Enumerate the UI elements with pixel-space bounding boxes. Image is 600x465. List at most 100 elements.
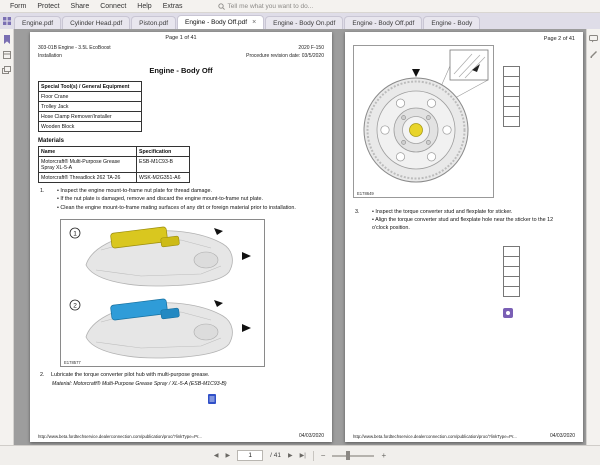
footer-url: http://www.beta.fordtechservice.dealerco… <box>353 434 517 439</box>
search-hint-text: Tell me what you want to do... <box>227 2 314 10</box>
tool-item: Floor Crane <box>38 91 142 102</box>
detail-callout-box <box>449 49 489 81</box>
callout-number-2: 2 <box>73 302 77 309</box>
statusbar-divider <box>312 450 314 461</box>
menu-item-extras[interactable]: Extras <box>163 3 183 10</box>
doc-tab-engine-body-off-2[interactable]: Engine - Body Off.pdf <box>344 16 423 29</box>
doc-revision: Procedure revision date: 03/5/2020 <box>246 52 324 59</box>
step-1: 1. Inspect the engine mount-to-frame nut… <box>38 188 324 213</box>
grid-icon <box>3 17 11 25</box>
menu-item-protect[interactable]: Protect <box>37 3 59 10</box>
menu-item-form[interactable]: Form <box>10 3 26 10</box>
procedure-title: Engine - Body Off <box>149 66 213 75</box>
doc-section-code: 303-01B Engine - 3.5L EcoBoost <box>38 45 111 51</box>
material-name: Motorcraft® Threadlock 262 TA-26 <box>38 172 137 183</box>
gsi-document-icon[interactable] <box>208 391 324 409</box>
pdf-page-2: Page 2 of 41 E178649 3. • Inspect the to… <box>345 32 583 442</box>
page-footer: http://www.beta.fordtechservice.dealerco… <box>38 433 324 439</box>
doc-tab-engine-body-on[interactable]: Engine - Body On.pdf <box>265 16 344 29</box>
step-bullet: Clean the engine mount-to-frame mating s… <box>57 205 296 212</box>
zoom-slider-thumb[interactable] <box>346 451 351 460</box>
materials-col-spec: Specification <box>136 146 190 157</box>
engine-diagram-bottom: 2 <box>69 298 251 359</box>
figure-id-label: E178577 <box>64 359 81 365</box>
zoom-slider[interactable] <box>332 451 375 460</box>
tool-item: Wooden Block <box>38 121 142 132</box>
tab-label: Engine - Body Off.pdf <box>185 19 248 26</box>
comment-panel-icon[interactable] <box>589 35 598 43</box>
engine-illustration: 1 2 <box>69 226 251 359</box>
tab-label: Cylinder Head.pdf <box>70 19 123 27</box>
step-bullet: If the nut plate is damaged, remove and … <box>57 196 296 203</box>
materials-col-name: Name <box>38 146 137 157</box>
zoom-slider-track[interactable] <box>332 454 375 457</box>
step-3: 3. Inspect the torque converter stud and… <box>353 209 558 233</box>
step-number: 3. <box>355 209 360 215</box>
pdf-page-1: Page 1 of 41 303-01B Engine - 3.5L EcoBo… <box>30 32 332 442</box>
edit-annotation-icon[interactable] <box>590 50 598 58</box>
page-number-input[interactable]: 1 <box>237 450 264 461</box>
left-tool-rail <box>0 29 14 445</box>
doc-tab-piston[interactable]: Piston.pdf <box>131 16 177 29</box>
info-badge-icon[interactable] <box>503 308 513 318</box>
callout-number-1: 1 <box>73 230 77 237</box>
tab-label: Engine - Body On.pdf <box>273 19 336 27</box>
doc-subsection: Installation <box>38 52 62 59</box>
document-tabbar: Engine.pdf Cylinder Head.pdf Piston.pdf … <box>0 13 600 29</box>
tool-item: Trolley Jack <box>38 101 142 112</box>
assistant-search-box[interactable]: Tell me what you want to do... <box>217 2 314 10</box>
doc-model: 2020 F-150 <box>298 45 324 51</box>
tab-close-icon[interactable]: × <box>252 19 256 26</box>
step-number: 2. <box>40 371 45 378</box>
material-name: Motorcraft® Multi-Purpose Grease Spray X… <box>38 156 137 173</box>
doc-tab-engine[interactable]: Engine.pdf <box>14 16 62 29</box>
figure-id-label: E178649 <box>357 191 374 196</box>
step-bullet: Inspect the torque converter stud and fl… <box>372 209 558 216</box>
material-note: Material: Motorcraft® Multi-Purpose Grea… <box>52 381 227 388</box>
document-header: 303-01B Engine - 3.5L EcoBoost Installat… <box>38 45 324 60</box>
pointer-arrow-icon <box>214 299 223 307</box>
footer-date: 04/03/2020 <box>549 433 575 439</box>
doc-tab-engine-body-cut[interactable]: Engine - Body <box>423 16 481 29</box>
menu-item-share[interactable]: Share <box>71 3 90 10</box>
last-page-button[interactable]: ▶| <box>300 452 306 459</box>
prev-page-button[interactable]: ◀ <box>214 452 219 459</box>
doc-tab-engine-body-off-active[interactable]: Engine - Body Off.pdf × <box>177 15 265 29</box>
next-page-button[interactable]: ▶ <box>226 452 231 459</box>
step-number: 1. <box>40 188 45 194</box>
flexplate-illustration <box>363 49 489 183</box>
statusbar: ◀ ▶ 1 / 41 ▶ ▶| − + <box>0 445 600 465</box>
zoom-out-button[interactable]: − <box>321 451 326 460</box>
tab-label: Engine.pdf <box>22 19 54 27</box>
zoom-in-button[interactable]: + <box>381 451 386 460</box>
step-text: Lubricate the torque converter pilot hub… <box>51 371 210 378</box>
next-view-button[interactable]: ▶ <box>288 452 293 459</box>
document-canvas[interactable]: Page 1 of 41 303-01B Engine - 3.5L EcoBo… <box>14 29 586 445</box>
menu-item-help[interactable]: Help <box>137 3 151 10</box>
menubar: Form Protect Share Connect Help Extras T… <box>0 0 600 13</box>
page-footer: http://www.beta.fordtechservice.dealerco… <box>353 433 575 439</box>
bookmarks-panel-icon[interactable] <box>3 35 11 44</box>
materials-table: Name Specification Motorcraft® Multi-Pur… <box>38 146 190 183</box>
right-tool-rail <box>586 29 600 445</box>
tabbar-menu-icon[interactable] <box>0 13 14 29</box>
step-2: 2. Lubricate the torque converter pilot … <box>38 372 324 379</box>
engine-diagram-top: 1 <box>69 226 251 287</box>
tool-item: Hose Clamp Remover/Installer <box>38 111 142 122</box>
step-bullet: Align the torque converter stud and flex… <box>372 217 558 232</box>
doc-tab-cylinder-head[interactable]: Cylinder Head.pdf <box>62 16 131 29</box>
pdf-reader-window: Form Protect Share Connect Help Extras T… <box>0 0 600 465</box>
pointer-arrow-icon <box>214 227 223 235</box>
tab-label: Engine - Body <box>431 19 473 27</box>
footer-date: 04/03/2020 <box>298 433 324 439</box>
tab-label: Engine - Body Off.pdf <box>352 19 415 27</box>
menu-item-connect[interactable]: Connect <box>100 3 126 10</box>
page-thumbnails-icon[interactable] <box>2 51 11 59</box>
search-icon <box>217 2 225 10</box>
page-number-label: Page 2 of 41 <box>543 36 575 42</box>
callout-cell <box>503 286 520 297</box>
layers-panel-icon[interactable] <box>2 66 11 74</box>
pointer-arrow-icon <box>242 323 251 332</box>
twelve-oclock-arrow-icon <box>412 69 420 77</box>
material-spec: ESB-M1C93-B <box>136 156 190 173</box>
